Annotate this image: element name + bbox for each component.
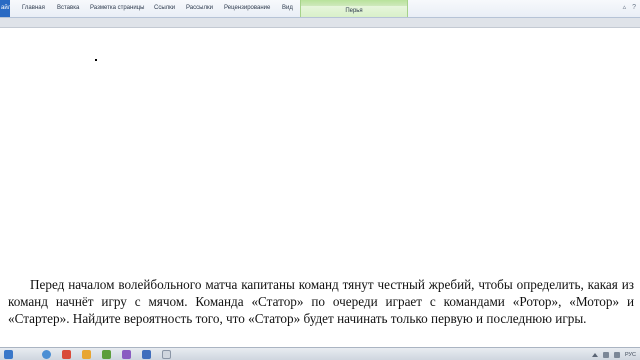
ribbon-controls: ▵ ? (623, 3, 636, 13)
tab-pens[interactable]: Перья (300, 0, 408, 17)
tab-file[interactable]: айл (0, 0, 10, 17)
start-icon[interactable] (4, 350, 13, 359)
document-paragraph: Перед началом волейбольного матча капита… (8, 277, 634, 326)
tab-references[interactable]: Ссылки (154, 0, 175, 17)
tab-page-layout[interactable]: Разметка страницы (90, 0, 144, 17)
folder-icon[interactable] (102, 350, 111, 359)
word-icon[interactable] (142, 350, 151, 359)
minimize-ribbon-icon[interactable]: ▵ (623, 3, 627, 13)
tab-pens-label: Перья (345, 8, 363, 14)
taskbar: РУС (0, 347, 640, 360)
ribbon-tab-bar: айл Главная Вставка Разметка страницы Сс… (0, 0, 640, 18)
ribbon-separator (0, 18, 640, 28)
system-tray: РУС (591, 348, 636, 360)
document-page[interactable]: Перед началом волейбольного матча капита… (0, 29, 640, 347)
show-hidden-icons-icon[interactable] (591, 352, 598, 357)
tab-insert[interactable]: Вставка (57, 0, 79, 17)
skype-icon[interactable] (42, 350, 51, 359)
app-icon[interactable] (122, 350, 131, 359)
paint-icon[interactable] (162, 350, 171, 359)
text-cursor (95, 59, 97, 61)
browser-icon[interactable] (62, 350, 71, 359)
tab-review[interactable]: Рецензирование (224, 0, 270, 17)
language-indicator[interactable]: РУС (625, 352, 636, 358)
tab-home[interactable]: Главная (22, 0, 45, 17)
network-icon[interactable] (602, 351, 609, 358)
tab-mailings[interactable]: Рассылки (186, 0, 213, 17)
help-icon[interactable]: ? (632, 3, 636, 13)
volume-icon[interactable] (613, 351, 620, 358)
tab-view[interactable]: Вид (282, 0, 293, 17)
media-icon[interactable] (82, 350, 91, 359)
